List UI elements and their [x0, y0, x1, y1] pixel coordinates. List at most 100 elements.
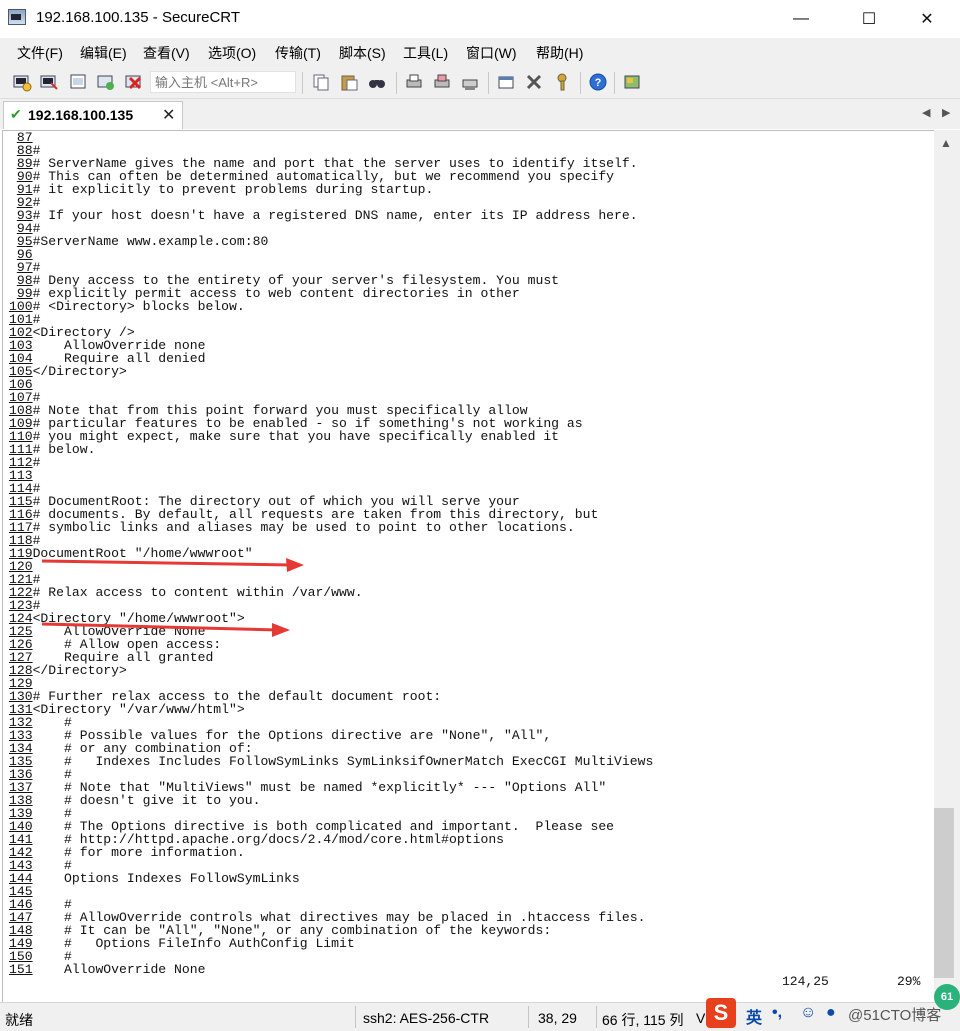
- line-text: DocumentRoot "/home/wwwroot": [32, 546, 253, 561]
- terminal-line: 113: [9, 469, 653, 482]
- host-input[interactable]: 输入主机 <Alt+R>: [150, 71, 296, 93]
- minimize-button[interactable]: —: [778, 0, 824, 38]
- line-text: Options Indexes FollowSymLinks: [32, 871, 300, 886]
- scroll-up-icon[interactable]: ▲: [940, 136, 952, 150]
- session-tab[interactable]: ✔ 192.168.100.135 ✕: [3, 101, 183, 129]
- session-tab-label: 192.168.100.135: [28, 107, 134, 123]
- session-tab-bar: ✔ 192.168.100.135 ✕ ◀ ▶: [0, 99, 960, 129]
- toolbar-separator: [488, 72, 489, 94]
- line-text: #: [32, 455, 41, 470]
- toolbar-separator: [396, 72, 397, 94]
- line-text: # below.: [32, 442, 96, 457]
- vim-cursor-position: 124,25: [782, 974, 829, 989]
- terminal-view[interactable]: 87 88# 89# ServerName gives the name and…: [2, 130, 934, 1002]
- ime-punctuation-icon[interactable]: •,: [772, 1004, 782, 1022]
- terminal-line: 112#: [9, 456, 653, 469]
- find-icon[interactable]: [367, 72, 387, 92]
- terminal-line: 117# symbolic links and aliases may be u…: [9, 521, 653, 534]
- menu-view[interactable]: 查看(V): [143, 43, 190, 63]
- print-selection-icon[interactable]: [432, 72, 452, 92]
- line-text: # If your host doesn't have a registered…: [32, 208, 638, 223]
- maximize-button[interactable]: ☐: [846, 0, 892, 38]
- terminal-line: 100# <Directory> blocks below.: [9, 300, 653, 313]
- line-text: # Options FileInfo AuthConfig Limit: [32, 936, 355, 951]
- terminal-line: 111# below.: [9, 443, 653, 456]
- line-text: # you might expect, make sure that you h…: [32, 429, 560, 444]
- terminal-line: 120: [9, 560, 653, 573]
- line-text: </Directory>: [32, 364, 127, 379]
- terminal-line: 96: [9, 248, 653, 261]
- terminal-line: 145: [9, 885, 653, 898]
- paste-icon[interactable]: [339, 72, 359, 92]
- terminal-line: 151 AllowOverride None: [9, 963, 653, 976]
- global-options-icon[interactable]: [524, 72, 544, 92]
- line-text: #ServerName www.example.com:80: [32, 234, 269, 249]
- reconnect-icon[interactable]: [96, 72, 116, 92]
- ime-language[interactable]: 英: [746, 1004, 762, 1028]
- status-separator: [528, 1006, 529, 1028]
- window-title: 192.168.100.135 - SecureCRT: [36, 9, 241, 26]
- menu-options[interactable]: 选项(O): [208, 43, 256, 63]
- status-separator: [355, 1006, 356, 1028]
- line-text: AllowOverride None: [32, 962, 206, 977]
- ime-voice-icon[interactable]: ●: [826, 1004, 836, 1022]
- screenshot-icon[interactable]: [622, 72, 642, 92]
- terminal-line: 135 # Indexes Includes FollowSymLinks Sy…: [9, 755, 653, 768]
- watermark-text: @51CTO博客: [848, 1007, 942, 1024]
- ime-emoji-icon[interactable]: ☺: [800, 1004, 816, 1022]
- status-separator: [596, 1006, 597, 1028]
- line-text: # <Directory> blocks below.: [32, 299, 245, 314]
- quick-connect-icon[interactable]: [39, 72, 59, 92]
- printer-setup-icon[interactable]: [460, 72, 480, 92]
- terminal-line: 95#ServerName www.example.com:80: [9, 235, 653, 248]
- sogou-logo-icon: S: [706, 998, 736, 1028]
- status-cursor: 38, 29: [538, 1010, 577, 1026]
- disconnect-icon[interactable]: [124, 72, 144, 92]
- terminal-line: 87: [9, 131, 653, 144]
- menu-help[interactable]: 帮助(H): [536, 43, 583, 63]
- ime-toolbar[interactable]: S 英 •, ☺ ● @51CTO博客: [700, 998, 960, 1030]
- menu-transfer[interactable]: 传输(T): [275, 43, 321, 63]
- scrollbar-thumb[interactable]: [934, 808, 954, 978]
- status-cipher: ssh2: AES-256-CTR: [363, 1010, 490, 1026]
- tab-close-icon[interactable]: ✕: [162, 105, 175, 125]
- toolbar-separator: [580, 72, 581, 94]
- line-text: # symbolic links and aliases may be used…: [32, 520, 575, 535]
- terminal-line: 91# it explicitly to prevent problems du…: [9, 183, 653, 196]
- menu-window[interactable]: 窗口(W): [466, 43, 517, 63]
- vertical-scrollbar[interactable]: ▲: [934, 130, 960, 1002]
- menu-tools[interactable]: 工具(L): [403, 43, 448, 63]
- menu-edit[interactable]: 编辑(E): [80, 43, 127, 63]
- print-icon[interactable]: [404, 72, 424, 92]
- title-bar: 192.168.100.135 - SecureCRT — ☐ ✕: [0, 0, 960, 38]
- toolbar-separator: [302, 72, 303, 94]
- close-window-button[interactable]: ✕: [904, 0, 950, 38]
- terminal-line: 138 # doesn't give it to you.: [9, 794, 653, 807]
- tab-scroll-right-icon[interactable]: ▶: [942, 106, 950, 119]
- connect-icon[interactable]: [12, 72, 32, 92]
- vim-scroll-percent: 29%: [897, 974, 921, 989]
- toolbar: 输入主机 <Alt+R> ?: [0, 66, 960, 99]
- line-text: # it explicitly to prevent problems duri…: [32, 182, 434, 197]
- terminal-line: 142 # for more information.: [9, 846, 653, 859]
- menu-script[interactable]: 脚本(S): [339, 43, 386, 63]
- svg-text:?: ?: [595, 77, 602, 89]
- session-options-icon[interactable]: [496, 72, 516, 92]
- notification-badge: 61: [934, 984, 960, 1010]
- terminal-line: 144 Options Indexes FollowSymLinks: [9, 872, 653, 885]
- help-icon[interactable]: ?: [588, 72, 608, 92]
- terminal-line: 119DocumentRoot "/home/wwwroot": [9, 547, 653, 560]
- tab-scroll-left-icon[interactable]: ◀: [922, 106, 930, 119]
- copy-icon[interactable]: [311, 72, 331, 92]
- status-terminal-size: 66 行, 115 列: [602, 1012, 684, 1028]
- menu-file[interactable]: 文件(F): [17, 43, 63, 63]
- terminal-line: 122# Relax access to content within /var…: [9, 586, 653, 599]
- terminal-line: 106: [9, 378, 653, 391]
- terminal-line: 149 # Options FileInfo AuthConfig Limit: [9, 937, 653, 950]
- menu-bar: 文件(F) 编辑(E) 查看(V) 选项(O) 传输(T) 脚本(S) 工具(L…: [0, 38, 960, 66]
- keymap-icon[interactable]: [552, 72, 572, 92]
- connect-tab-icon[interactable]: [68, 72, 88, 92]
- terminal-lines: 87 88# 89# ServerName gives the name and…: [9, 131, 653, 976]
- toolbar-separator: [614, 72, 615, 94]
- terminal-line: 131<Directory "/var/www/html">: [9, 703, 653, 716]
